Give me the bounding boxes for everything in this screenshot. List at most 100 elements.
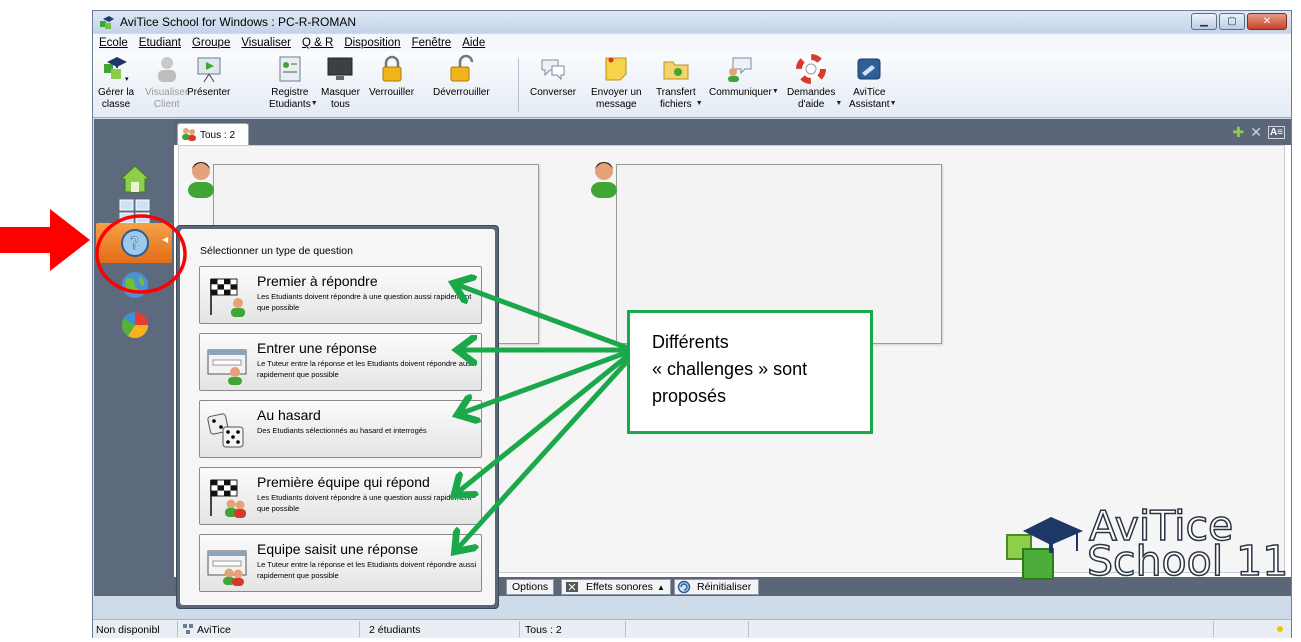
question-type-first-to-answer[interactable]: Premier à répondre Les Etudiants doivent… <box>199 266 482 324</box>
add-group-icon[interactable]: ✚ <box>1232 124 1244 141</box>
view-client-button[interactable]: Visualiser Client <box>145 54 188 111</box>
pie-chart-icon[interactable] <box>119 309 151 341</box>
menu-aide[interactable]: Aide <box>462 37 485 49</box>
status-network: AviTice <box>197 623 231 636</box>
avitice-app-icon <box>100 16 114 29</box>
question-type-title: Entrer une réponse <box>257 340 377 356</box>
question-type-desc: Les Etudiants doivent répondre à une que… <box>257 292 472 312</box>
callout-line: Différents <box>652 332 729 352</box>
maximize-button[interactable]: ▢ <box>1219 13 1245 30</box>
menu-q-r[interactable]: Q & R <box>302 37 333 49</box>
callout-line: proposés <box>652 386 727 406</box>
home-icon[interactable] <box>119 163 151 195</box>
svg-text:▾: ▾ <box>125 76 129 83</box>
question-type-random[interactable]: Au hasard Des Etudiants sélectionnés au … <box>199 400 482 458</box>
status-student-count: 2 étudiants <box>369 623 421 636</box>
sound-effects-label: Effets sonores <box>586 581 653 593</box>
monitor-icon <box>327 57 353 80</box>
question-type-title: Premier à répondre <box>257 273 378 289</box>
avitice-assistant-button[interactable]: AviTice Assistant ▼ <box>849 54 897 111</box>
tab-all-students[interactable]: Tous : 2 <box>177 123 249 146</box>
status-availability: Non disponibl <box>96 623 160 636</box>
answer-window-student-icon <box>207 349 247 385</box>
menu-bar: Ecole Etudiant Groupe Visualiser Q & R D… <box>93 34 1291 52</box>
question-type-title: Première équipe qui répond <box>257 474 430 490</box>
send-message-button[interactable]: Envoyer un message <box>591 54 642 111</box>
assistant-icon <box>857 58 881 80</box>
connection-status-indicator <box>1277 626 1283 632</box>
question-type-enter-answer[interactable]: Entrer une réponse Le Tuteur entre la ré… <box>199 333 482 391</box>
communicate-button[interactable]: Communiquer ▼ <box>709 54 779 99</box>
help-requests-button[interactable]: Demandes d'aide ▼ <box>787 54 842 111</box>
remove-group-icon[interactable]: ✕ <box>1250 124 1262 141</box>
menu-visualiser[interactable]: Visualiser <box>241 37 291 49</box>
manage-class-icon: ▾ <box>104 57 129 83</box>
window-title: AviTice School for Windows : PC-R-ROMAN <box>120 15 357 29</box>
minimize-button[interactable]: ▁ <box>1191 13 1217 30</box>
tab-label: Tous : 2 <box>200 129 236 141</box>
communicate-icon <box>728 57 752 82</box>
dropdown-up-icon: ▲ <box>656 582 665 592</box>
popup-title: Sélectionner un type de question <box>200 245 353 257</box>
question-type-popup: Sélectionner un type de question Premier… <box>176 225 499 609</box>
question-type-desc: Le Tuteur entre la réponse et les Etudia… <box>257 359 477 379</box>
register-icon <box>279 56 301 82</box>
network-icon <box>183 624 193 634</box>
question-type-desc: Des Etudiants sélectionnés au hasard et … <box>257 426 427 435</box>
question-type-team-enters-answer[interactable]: Equipe saisit une réponse Le Tuteur entr… <box>199 534 482 592</box>
question-type-title: Equipe saisit une réponse <box>257 541 419 557</box>
dice-icon <box>207 413 244 448</box>
chat-button[interactable]: Converser <box>530 54 576 99</box>
menu-ecole[interactable]: Ecole <box>99 37 128 49</box>
view-client-icon <box>157 57 176 82</box>
checkered-flag-student-icon <box>210 278 245 317</box>
lifebuoy-icon <box>796 54 827 84</box>
avitice-school-logo: AviTice School 11 <box>1005 501 1295 586</box>
red-highlight-circle <box>95 214 187 294</box>
status-group: Tous : 2 <box>525 623 562 636</box>
unlock-button[interactable]: Déverrouiller <box>433 54 490 99</box>
question-type-title: Au hasard <box>257 407 321 423</box>
lock-button[interactable]: Verrouiller <box>369 54 414 99</box>
present-button[interactable]: Présenter <box>187 54 230 99</box>
manage-class-button[interactable]: ▾ Gérer la classe <box>98 54 134 111</box>
answer-window-team-icon <box>207 550 247 586</box>
question-type-desc: Les Etudiants doivent répondre à une que… <box>257 493 472 513</box>
question-type-desc: Le Tuteur entre la réponse et les Etudia… <box>257 560 477 580</box>
title-bar: AviTice School for Windows : PC-R-ROMAN … <box>93 11 1291 33</box>
reset-icon <box>677 580 691 594</box>
reset-label: Réinitialiser <box>697 581 752 593</box>
group-icon <box>182 128 196 141</box>
unlock-icon <box>450 54 474 82</box>
hide-all-button[interactable]: Masquer tous <box>321 54 360 111</box>
challenges-callout: Différents « challenges » sont proposés <box>627 310 873 434</box>
options-button[interactable]: Options <box>506 579 555 595</box>
menu-disposition[interactable]: Disposition <box>344 37 400 49</box>
checkered-flag-team-icon <box>210 479 246 518</box>
file-transfer-button[interactable]: Transfert fichiers ▼ <box>656 54 703 111</box>
group-tab-strip: Tous : 2 ✚ ✕ A≡ <box>174 119 1291 146</box>
status-bar: Non disponibl AviTice 2 étudiants Tous :… <box>93 619 1291 638</box>
present-screen-icon <box>197 57 221 83</box>
lock-icon <box>382 55 402 82</box>
logo-mark-icon <box>1006 517 1083 580</box>
menu-groupe[interactable]: Groupe <box>192 37 230 49</box>
chat-icon <box>541 59 565 81</box>
rename-group-icon[interactable]: A≡ <box>1267 126 1285 139</box>
menu-fenetre[interactable]: Fenêtre <box>412 37 452 49</box>
logo-line2: School 11 <box>1086 536 1289 586</box>
left-nav: ? ◀ <box>94 119 174 596</box>
red-pointer-arrow <box>0 209 90 271</box>
student-avatar-icon <box>591 162 617 198</box>
folder-transfer-icon <box>663 61 689 80</box>
student-register-button[interactable]: Registre Etudiants ▼ <box>269 54 318 111</box>
question-type-panel: Sélectionner un type de question Premier… <box>180 229 495 605</box>
message-note-icon <box>605 57 627 81</box>
toolbar: ▾ Gérer la classe Visualiser Client Prés… <box>93 52 1291 118</box>
callout-line: « challenges » sont <box>652 359 808 379</box>
close-button[interactable]: ✕ <box>1247 13 1287 30</box>
speaker-icon <box>566 582 578 592</box>
question-type-first-team[interactable]: Première équipe qui répond Les Etudiants… <box>199 467 482 525</box>
menu-etudiant[interactable]: Etudiant <box>139 37 181 49</box>
student-avatar-icon <box>188 162 214 198</box>
